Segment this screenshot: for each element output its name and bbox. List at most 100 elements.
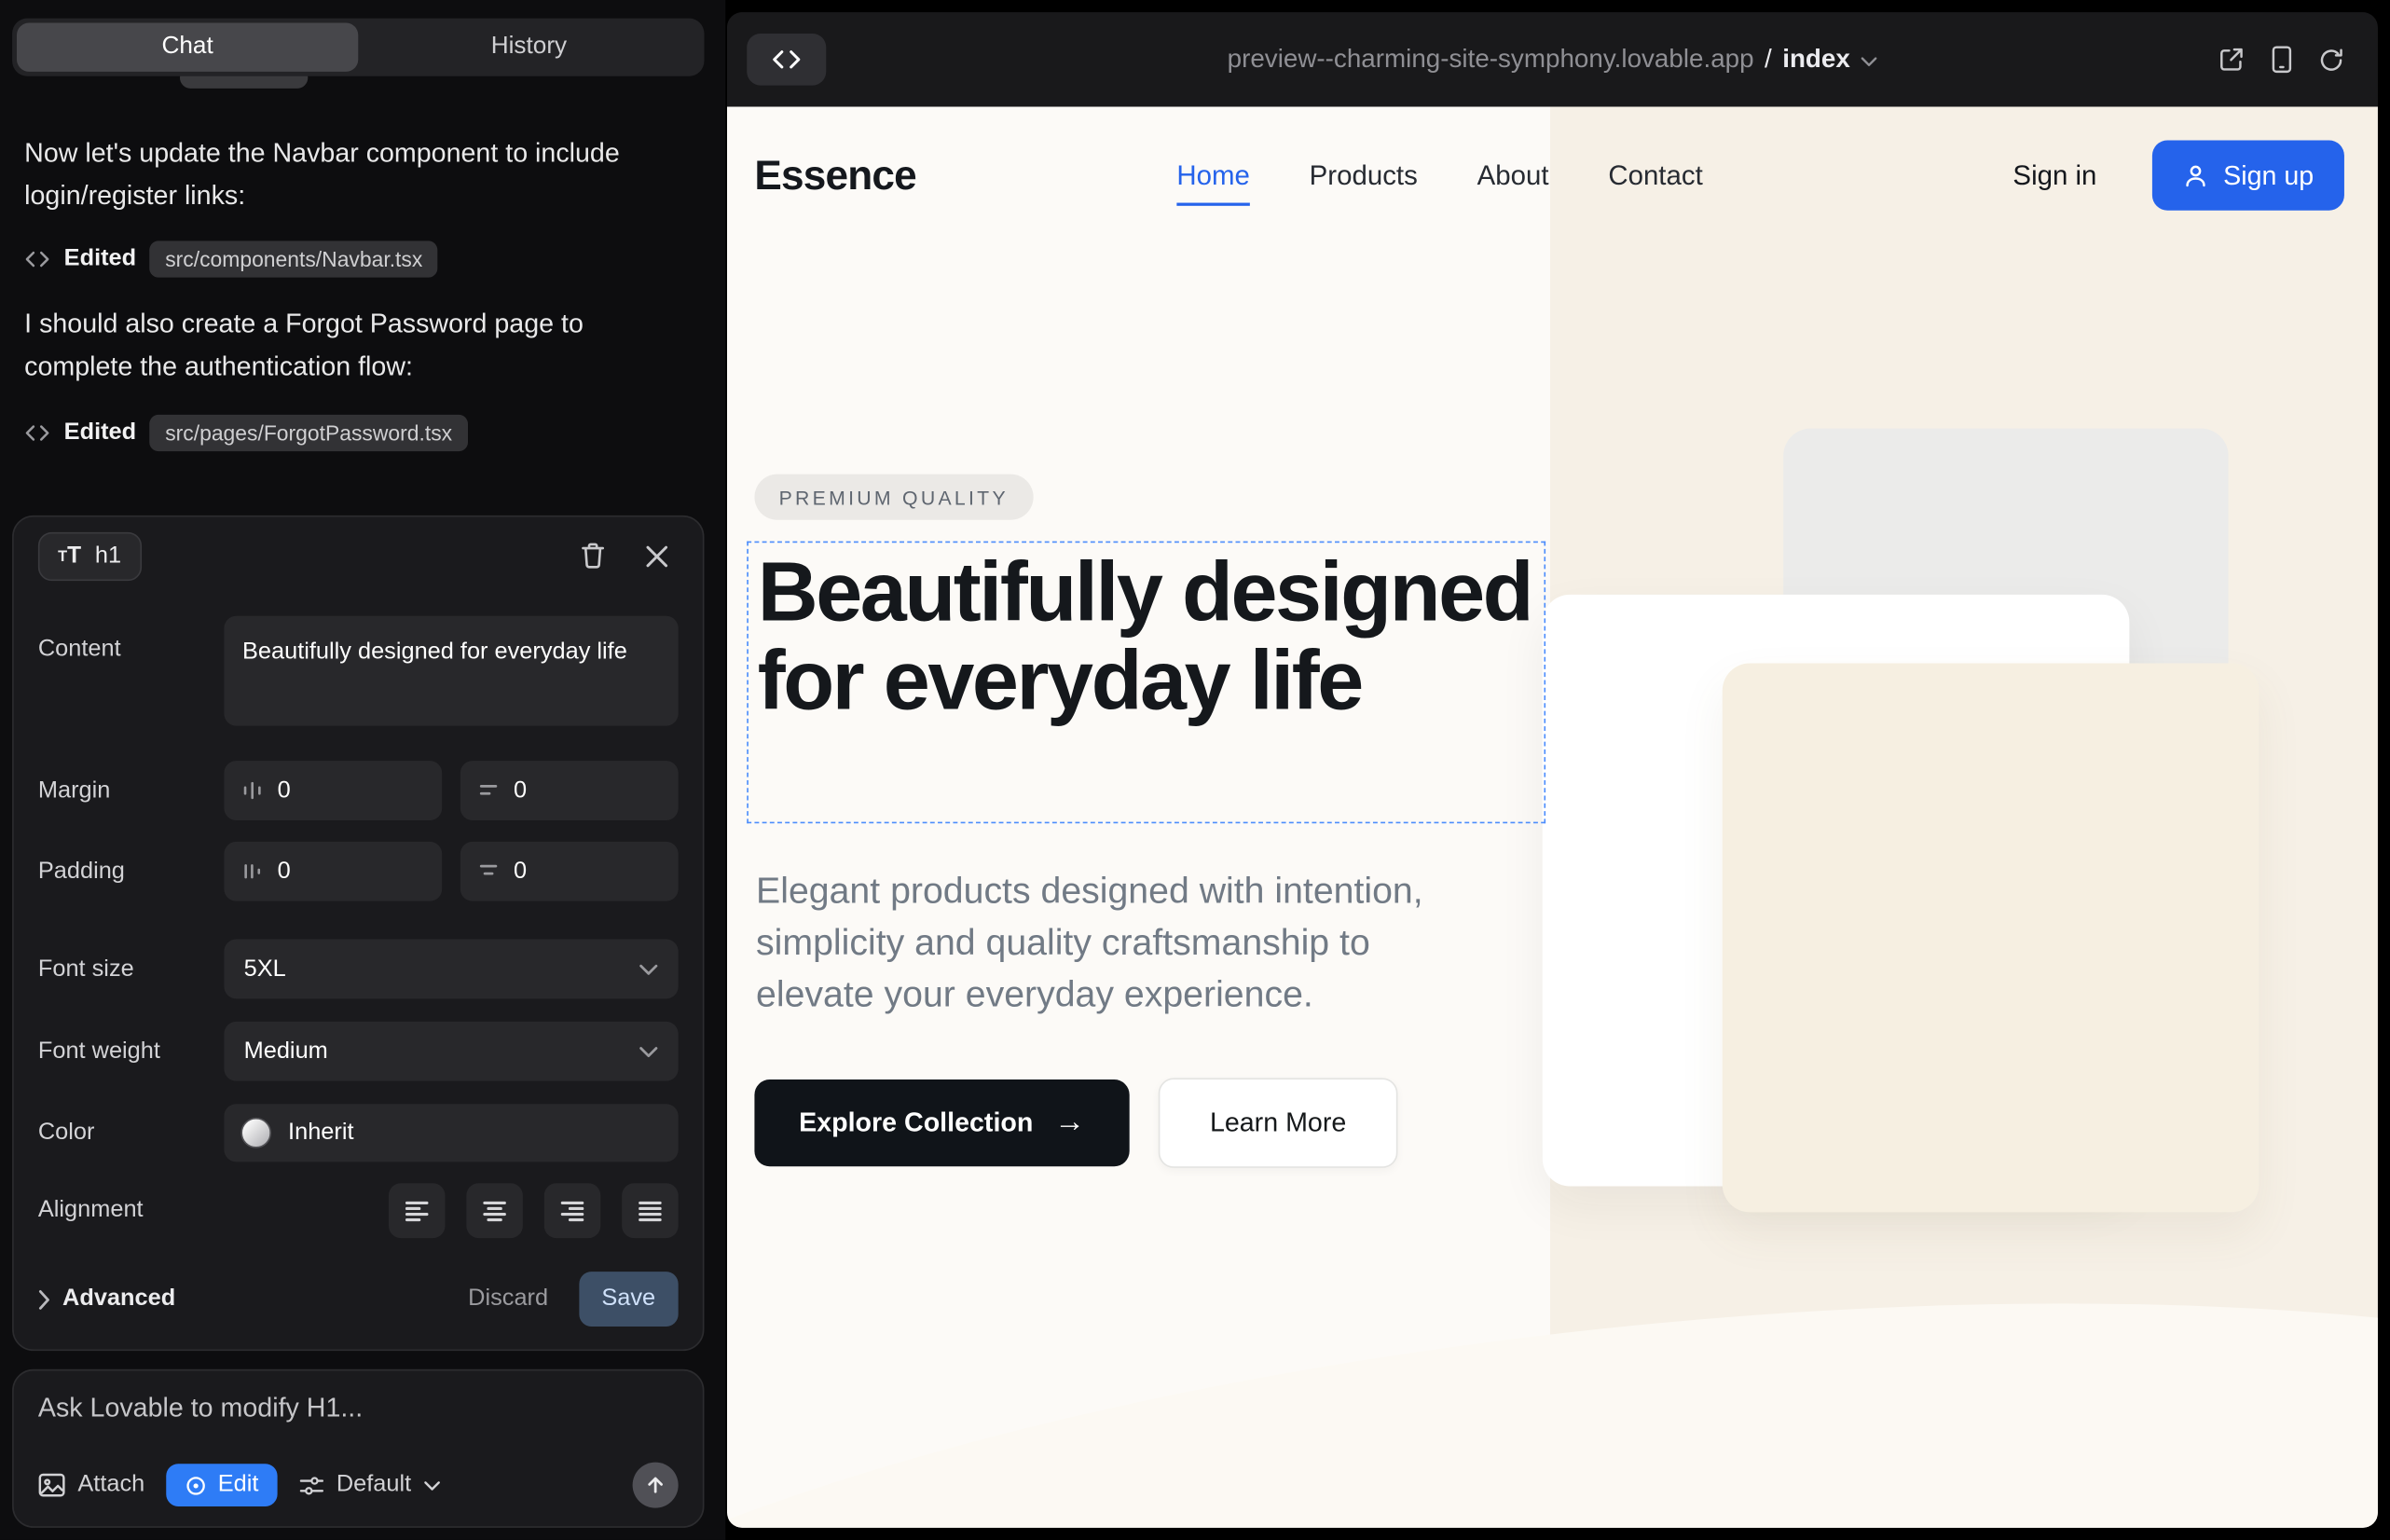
arrow-right-icon: → — [1054, 1106, 1085, 1141]
font-weight-select[interactable]: Medium — [224, 1022, 678, 1081]
type-icon: TT — [58, 544, 81, 568]
preview-window: preview--charming-site-symphony.lovable.… — [727, 12, 2378, 1528]
refresh-button[interactable] — [2318, 47, 2344, 73]
close-icon — [645, 543, 669, 568]
mode-select-button[interactable]: Default — [298, 1471, 440, 1498]
chat-tabs: Chat History — [12, 19, 704, 76]
align-center-icon — [482, 1199, 508, 1222]
nav-link-home[interactable]: Home — [1176, 159, 1250, 205]
nav-links: Home Products About Contact — [1176, 106, 1702, 243]
delete-element-button[interactable] — [571, 534, 614, 577]
chevron-right-icon — [38, 1289, 50, 1309]
edited-file-row: Edited src/components/Navbar.tsx — [24, 238, 692, 281]
url-separator: / — [1765, 44, 1772, 75]
font-weight-label: Font weight — [38, 1038, 224, 1065]
content-input[interactable]: Beautifully designed for everyday life — [224, 616, 678, 726]
chat-messages: Now let's update the Navbar component to… — [24, 131, 692, 476]
element-tag: h1 — [95, 542, 121, 569]
edited-label: Edited — [64, 245, 136, 272]
chevron-down-icon — [639, 963, 658, 975]
element-editor-panel: TT h1 Content Beautifull — [12, 516, 704, 1351]
site-logo[interactable]: Essence — [754, 106, 915, 243]
color-label: Color — [38, 1120, 224, 1147]
padding-y-input[interactable] — [460, 842, 679, 901]
alignment-row: Alignment — [38, 1183, 679, 1238]
margin-x-icon — [240, 779, 264, 803]
composer-toolbar: Attach Edit Default — [38, 1463, 679, 1508]
edited-file-row: Edited src/pages/ForgotPassword.tsx — [24, 412, 692, 455]
color-swatch — [240, 1118, 271, 1148]
edit-mode-button[interactable]: Edit — [166, 1464, 277, 1506]
attach-button[interactable]: Attach — [38, 1471, 144, 1498]
sign-up-button[interactable]: Sign up — [2151, 140, 2344, 210]
save-button[interactable]: Save — [579, 1272, 679, 1327]
font-size-row: Font size 5XL — [38, 940, 679, 999]
sign-in-link[interactable]: Sign in — [2012, 159, 2096, 191]
tab-chat[interactable]: Chat — [17, 23, 358, 72]
element-tag-pill[interactable]: TT h1 — [38, 531, 141, 580]
align-justify-button[interactable] — [622, 1183, 679, 1238]
decorative-card-cream — [1723, 664, 2260, 1213]
align-left-icon — [404, 1199, 430, 1222]
nav-link-products[interactable]: Products — [1310, 159, 1418, 191]
padding-label: Padding — [38, 858, 224, 885]
code-icon — [24, 250, 50, 268]
chevron-down-icon — [1861, 56, 1877, 66]
align-right-icon — [559, 1199, 585, 1222]
margin-row: Margin — [38, 761, 679, 820]
explore-collection-button[interactable]: Explore Collection → — [754, 1079, 1129, 1166]
close-editor-button[interactable] — [636, 534, 679, 577]
align-center-button[interactable] — [466, 1183, 523, 1238]
url-bar[interactable]: preview--charming-site-symphony.lovable.… — [1228, 12, 1878, 106]
align-right-button[interactable] — [544, 1183, 601, 1238]
chevron-down-icon — [639, 1045, 658, 1057]
edited-file-badge[interactable]: src/components/Navbar.tsx — [150, 241, 438, 277]
image-icon — [38, 1473, 65, 1497]
target-icon — [185, 1474, 208, 1497]
padding-x-input[interactable] — [224, 842, 442, 901]
trash-icon — [579, 542, 606, 571]
code-view-toggle[interactable] — [747, 34, 826, 86]
code-icon — [24, 424, 50, 443]
send-button[interactable] — [633, 1463, 679, 1508]
padding-x-icon — [240, 860, 264, 884]
nav-link-about[interactable]: About — [1477, 159, 1549, 191]
editor-header: TT h1 — [38, 529, 679, 583]
margin-label: Margin — [38, 777, 224, 804]
alignment-label: Alignment — [38, 1197, 224, 1224]
content-row: Content Beautifully designed for everyda… — [38, 616, 679, 726]
edited-file-badge[interactable]: src/pages/ForgotPassword.tsx — [150, 415, 468, 451]
refresh-icon — [2318, 47, 2344, 73]
url-host: preview--charming-site-symphony.lovable.… — [1228, 44, 1754, 75]
advanced-toggle[interactable]: Advanced — [38, 1286, 175, 1313]
align-left-button[interactable] — [389, 1183, 446, 1238]
preview-toolbar: preview--charming-site-symphony.lovable.… — [727, 12, 2378, 106]
sliders-icon — [298, 1474, 324, 1497]
chat-composer: Attach Edit Default — [12, 1369, 704, 1528]
font-weight-row: Font weight Medium — [38, 1022, 679, 1081]
padding-row: Padding — [38, 842, 679, 901]
mobile-view-button[interactable] — [2271, 46, 2292, 73]
margin-y-input[interactable] — [460, 761, 679, 820]
smartphone-icon — [2271, 46, 2292, 73]
chevron-down-icon — [423, 1479, 440, 1490]
learn-more-button[interactable]: Learn More — [1159, 1078, 1398, 1168]
selected-element-outline[interactable]: Beautifully designed for everyday life — [747, 542, 1545, 824]
chat-message: I should also create a Forgot Password p… — [24, 302, 692, 388]
margin-y-icon — [477, 779, 501, 803]
nav-auth: Sign in Sign up — [2012, 106, 2344, 243]
hero-paragraph: Elegant products designed with intention… — [756, 866, 1490, 1022]
margin-x-input[interactable] — [224, 761, 442, 820]
open-external-button[interactable] — [2218, 46, 2245, 73]
font-size-select[interactable]: 5XL — [224, 940, 678, 999]
url-page: index — [1782, 44, 1850, 75]
chat-panel: Chat History Now let's update the Navbar… — [0, 0, 725, 1540]
color-select[interactable]: Inherit — [224, 1104, 678, 1162]
tab-history[interactable]: History — [358, 23, 699, 72]
discard-button[interactable]: Discard — [468, 1286, 548, 1313]
site-canvas: Essence Home Products About Contact Sign… — [727, 106, 2378, 1527]
edited-label: Edited — [64, 419, 136, 447]
color-row: Color Inherit — [38, 1104, 679, 1162]
nav-link-contact[interactable]: Contact — [1608, 159, 1702, 191]
composer-input[interactable] — [38, 1392, 679, 1423]
